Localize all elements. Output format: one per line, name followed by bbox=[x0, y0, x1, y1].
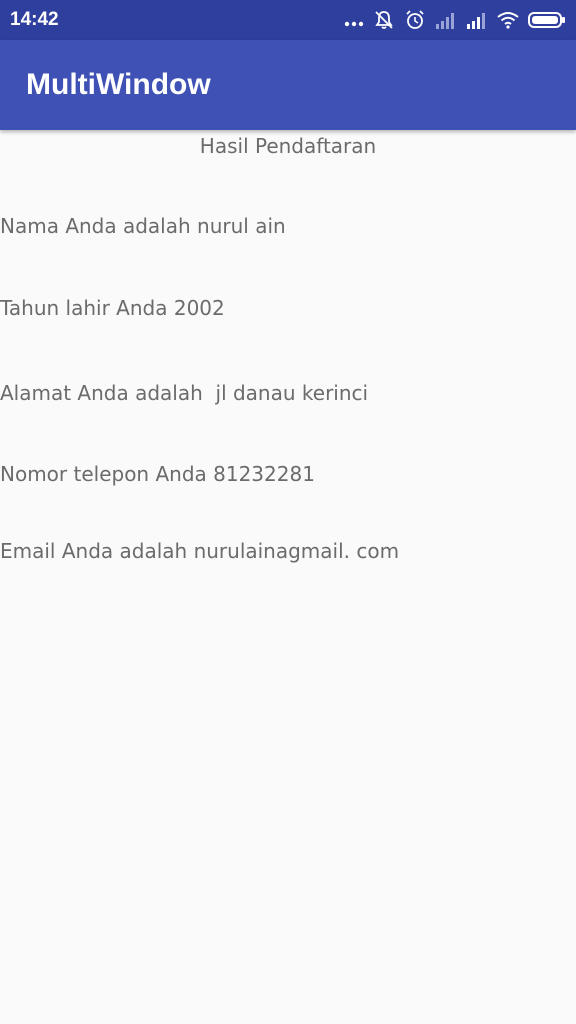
status-icons bbox=[344, 8, 566, 32]
app-bar: MultiWindow bbox=[0, 40, 576, 130]
email-line: Email Anda adalah nurulainagmail. com bbox=[0, 539, 400, 563]
phone-line: Nomor telepon Anda 81232281 bbox=[0, 462, 315, 486]
battery-icon bbox=[528, 11, 566, 29]
app-title: MultiWindow bbox=[26, 68, 211, 101]
alarm-icon bbox=[404, 9, 426, 31]
status-bar: 14:42 bbox=[0, 0, 576, 40]
wifi-icon bbox=[497, 11, 519, 29]
mute-icon bbox=[373, 9, 395, 31]
signal-icon bbox=[466, 11, 488, 29]
more-dots-icon bbox=[344, 10, 364, 30]
signal-icon bbox=[435, 11, 457, 29]
birth-year-line: Tahun lahir Anda 2002 bbox=[0, 296, 225, 320]
page-heading: Hasil Pendaftaran bbox=[199, 134, 377, 158]
name-line: Nama Anda adalah nurul ain bbox=[0, 214, 286, 238]
status-time: 14:42 bbox=[10, 9, 59, 30]
address-line: Alamat Anda adalah jl danau kerinci bbox=[0, 381, 369, 405]
